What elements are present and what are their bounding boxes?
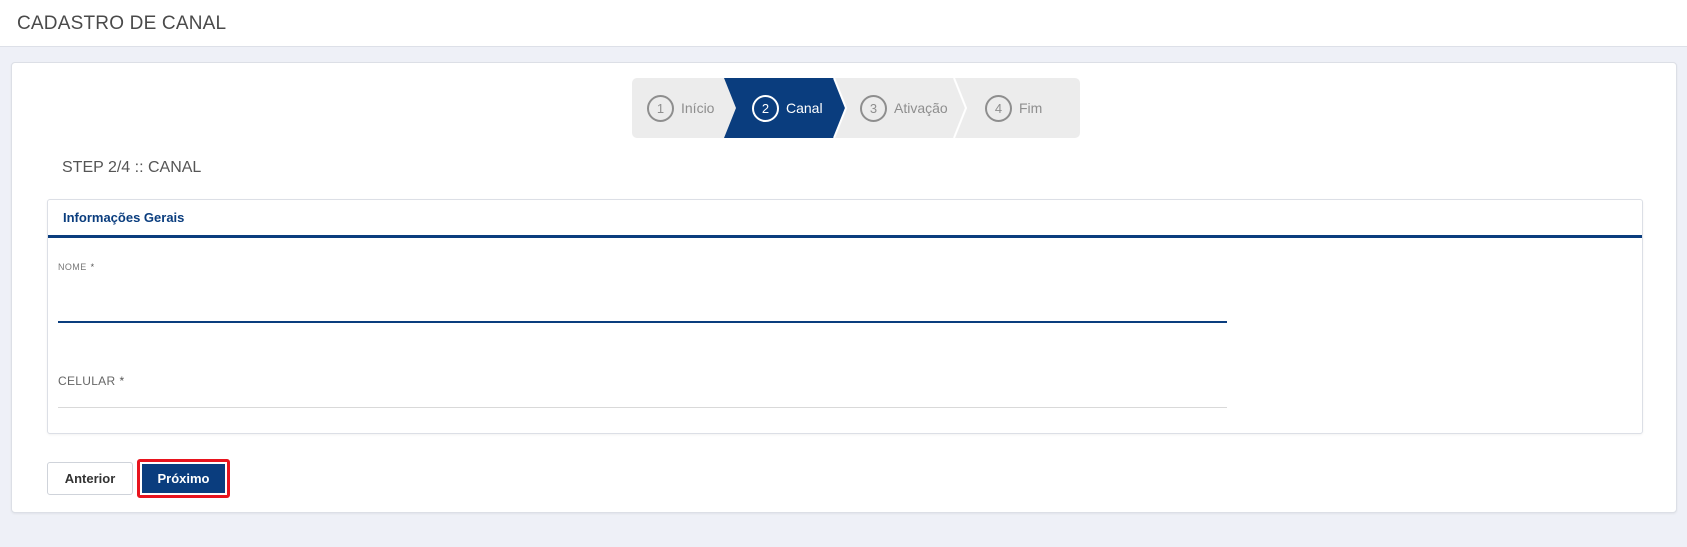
step-fim[interactable]: 4 Fim [985,78,1042,138]
step-number: 1 [647,94,674,122]
general-info-panel: Informações Gerais NOME * CELULAR * [47,199,1643,434]
step-number: 2 [752,94,779,122]
required-marker: * [90,262,95,272]
step-label: Canal [786,100,823,116]
next-button[interactable]: Próximo [142,464,225,493]
panel-title: Informações Gerais [48,200,1642,238]
next-button-highlight: Próximo [137,459,230,498]
celular-input[interactable] [58,378,1227,408]
step-number: 4 [985,94,1012,122]
step-canal[interactable]: 2 Canal [752,78,823,138]
step-label: Fim [1019,100,1043,116]
step-heading: STEP 2/4 :: CANAL [62,159,202,176]
step-label: Início [681,100,715,116]
top-bar: CADASTRO DE CANAL [0,0,1687,47]
wizard-card: 1 Início 2 Canal 3 Ativação 4 Fim STEP 2… [11,62,1677,513]
step-ativacao[interactable]: 3 Ativação [860,78,948,138]
step-number: 3 [860,94,887,122]
page-title: CADASTRO DE CANAL [17,13,227,34]
nome-input[interactable] [58,282,1227,323]
previous-button[interactable]: Anterior [47,462,133,495]
nome-label-text: NOME [58,262,87,272]
step-label: Ativação [894,100,948,116]
wizard-stepper: 1 Início 2 Canal 3 Ativação 4 Fim [632,78,1080,138]
nome-label: NOME * [58,262,95,272]
step-inicio[interactable]: 1 Início [647,78,714,138]
